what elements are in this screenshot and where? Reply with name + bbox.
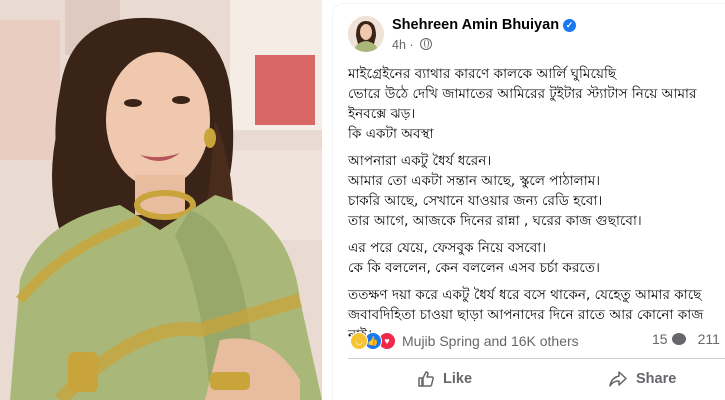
- share-label: Share: [636, 371, 677, 387]
- post-line: ভোরে উঠে দেখি জামাতের আমিরের টুইটার স্ট্…: [348, 86, 697, 102]
- reaction-summary[interactable]: ◡ 👍 ♥ Mujib Spring and 16K others: [350, 330, 579, 352]
- haha-reaction-icon: ◡: [350, 332, 368, 350]
- post-line: এর পরে যেয়ে, ফেসবুক নিয়ে বসবো।: [348, 240, 547, 256]
- comment-count[interactable]: 15: [652, 331, 668, 347]
- post-line: মাইগ্রেইনের ব্যাথার কারণে কালকে আর্লি ঘু…: [348, 66, 617, 82]
- reactors-text[interactable]: Mujib Spring and 16K others: [402, 333, 579, 349]
- share-count[interactable]: 211: [698, 331, 720, 347]
- post-line: কি একটা অবস্থা: [348, 126, 434, 142]
- author-name-text[interactable]: Shehreen Amin Bhuiyan: [392, 17, 559, 33]
- action-divider: [348, 358, 725, 359]
- post-body: মাইগ্রেইনের ব্যাথার কারণে কালকে আর্লি ঘু…: [348, 64, 725, 345]
- comment-bubble-icon: [671, 333, 686, 345]
- author-name[interactable]: Shehreen Amin Bhuiyan ✓: [392, 17, 577, 33]
- thumbs-up-icon: [418, 371, 434, 387]
- post-meta: 4h ·: [392, 38, 433, 52]
- public-globe-icon: [420, 38, 433, 50]
- like-label: Like: [443, 371, 473, 387]
- share-button[interactable]: Share: [608, 362, 676, 396]
- post-line: চাকরি আছে, সেখানে যাওয়ার জন্য রেডি হবো।: [348, 193, 603, 209]
- post-line: ইনবক্সে ঝড়।: [348, 106, 416, 122]
- share-arrow-icon: [609, 371, 627, 387]
- engagement-counts: 15 211: [652, 331, 720, 347]
- portrait-illustration: [0, 0, 322, 400]
- post-line: আমার তো একটা সন্তান আছে, স্কুলে পাঠালাম।: [348, 173, 601, 189]
- like-button[interactable]: Like: [417, 362, 472, 396]
- post-time[interactable]: 4h: [392, 38, 406, 52]
- post-line: আপনারা একটু ধৈর্য ধরেন।: [348, 153, 492, 169]
- post-line: তার আগে, আজকে দিনের রান্না , ঘরের কাজ গু…: [348, 213, 642, 229]
- profile-photo: [0, 0, 322, 400]
- verified-badge-icon: ✓: [563, 19, 577, 32]
- post-line: ততক্ষণ দয়া করে একটু ধৈর্য ধরে বসে থাকেন…: [348, 287, 702, 303]
- post-line: কে কি বললেন, কেন বললেন এসব চর্চা করতে।: [348, 260, 600, 276]
- author-avatar[interactable]: [348, 16, 384, 52]
- post-line: জবাবদিহিতা চাওয়া ছাড়া আপনাদের দিনে রাত…: [348, 307, 704, 323]
- post-card: Shehreen Amin Bhuiyan ✓ 4h · মাইগ্রেইনের …: [333, 4, 725, 400]
